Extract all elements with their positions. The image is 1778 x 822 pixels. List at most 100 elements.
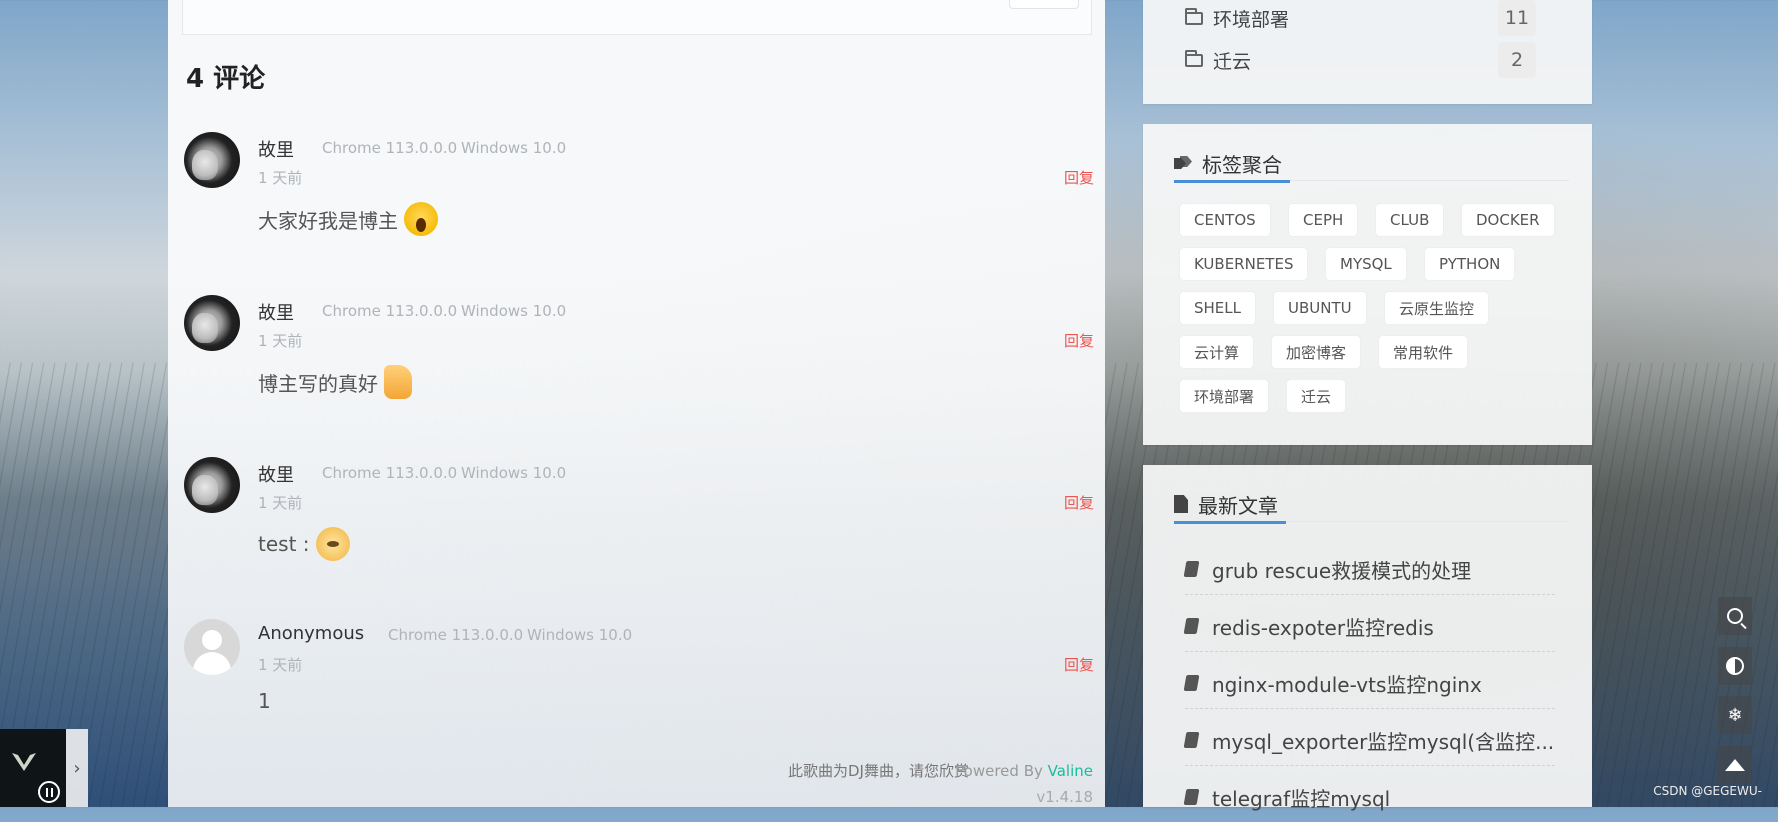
powered-by: Powered By Valine	[955, 762, 1093, 780]
reply-link[interactable]: 回复	[1064, 654, 1094, 675]
editor-submit-button[interactable]	[1009, 0, 1079, 9]
comment-os: Windows 10.0	[461, 139, 567, 157]
comments-count-heading: 4 评论	[186, 64, 266, 94]
comment-content: 博主写的真好	[258, 365, 412, 399]
tag-item[interactable]: KUBERNETES	[1180, 248, 1308, 280]
comment-time: 1 天前	[258, 494, 303, 512]
music-player: ›	[0, 729, 88, 807]
recent-post-link[interactable]: redis-expoter监控redis	[1183, 601, 1555, 652]
comment-text: 大家好我是博主	[258, 208, 398, 233]
category-item[interactable]: 迁云	[1185, 42, 1251, 78]
tag-item[interactable]: 加密博客	[1272, 336, 1361, 368]
post-title: mysql_exporter监控mysql(含监控...	[1212, 729, 1555, 754]
comment-editor-bottom	[182, 0, 1092, 35]
post-title: nginx-module-vts监控nginx	[1212, 672, 1482, 697]
music-note-text: 此歌曲为DJ舞曲，请您欣赏	[788, 762, 969, 780]
search-icon	[1727, 608, 1743, 624]
folder-icon	[1185, 49, 1203, 67]
category-name: 迁云	[1213, 50, 1252, 73]
tag-item[interactable]: UBUNTU	[1274, 292, 1366, 324]
comment-os: Windows 10.0	[527, 626, 633, 644]
comment-item: 故里 Chrome 113.0.0.0 Windows 10.0 1 天前 回复…	[184, 132, 1094, 272]
search-button[interactable]	[1718, 597, 1752, 635]
avatar	[184, 132, 240, 188]
book-icon	[1183, 675, 1200, 691]
comment-browser: Chrome 113.0.0.0	[322, 139, 458, 157]
snow-toggle-button[interactable]: ❄	[1718, 696, 1752, 734]
recent-post-link[interactable]: telegraf监控mysql	[1183, 772, 1555, 822]
valine-link[interactable]: Valine	[1048, 762, 1093, 780]
tag-item[interactable]: DOCKER	[1462, 204, 1554, 236]
recent-post-link[interactable]: mysql_exporter监控mysql(含监控...	[1183, 715, 1555, 766]
pause-button[interactable]	[38, 781, 60, 803]
thumbs-up-emoji-icon	[384, 365, 412, 399]
category-name: 环境部署	[1213, 8, 1290, 31]
widget-title: 标签聚合	[1174, 146, 1569, 183]
avatar-head-shape	[202, 630, 222, 650]
comment-os: Windows 10.0	[461, 302, 567, 320]
categories-widget: 环境部署 11 迁云 2	[1143, 0, 1592, 104]
watermark: CSDN @GEGEWU-	[1653, 784, 1762, 798]
comment-browser: Chrome 113.0.0.0	[322, 302, 458, 320]
tag-item[interactable]: 云计算	[1180, 336, 1254, 368]
comment-time: 1 天前	[258, 656, 303, 674]
avatar	[184, 295, 240, 351]
category-count: 2	[1498, 42, 1536, 78]
comments-panel: 4 评论 故里 Chrome 113.0.0.0 Windows 10.0 1 …	[168, 0, 1105, 807]
album-cover	[0, 729, 66, 807]
contrast-toggle-button[interactable]	[1718, 647, 1752, 685]
post-title: grub rescue救援模式的处理	[1212, 558, 1472, 583]
avatar	[184, 457, 240, 513]
category-item[interactable]: 环境部署	[1185, 0, 1289, 36]
comment-time: 1 天前	[258, 332, 303, 350]
back-to-top-icon	[1725, 759, 1745, 771]
tag-item[interactable]: PYTHON	[1425, 248, 1515, 280]
doge-emoji-icon	[315, 527, 350, 561]
album-logo-icon	[12, 753, 36, 771]
comment-nick: 故里	[258, 140, 294, 161]
tag-item[interactable]: CENTOS	[1180, 204, 1270, 236]
tag-item[interactable]: 常用软件	[1379, 336, 1468, 368]
book-icon	[1183, 561, 1200, 577]
comment-text: 博主写的真好	[258, 371, 378, 396]
comment-item: 故里 Chrome 113.0.0.0 Windows 10.0 1 天前 回复…	[184, 295, 1094, 435]
folder-icon	[1185, 7, 1203, 25]
widget-title: 最新文章	[1174, 487, 1569, 524]
comment-text: test :	[258, 532, 310, 556]
comment-browser: Chrome 113.0.0.0	[388, 626, 524, 644]
back-to-top-button[interactable]	[1718, 746, 1752, 784]
tag-item[interactable]: SHELL	[1180, 292, 1255, 324]
tags-icon	[1174, 156, 1192, 170]
comment-content: 1	[258, 689, 271, 713]
tag-item[interactable]: CEPH	[1289, 204, 1358, 236]
comment-content: 大家好我是博主	[258, 202, 438, 236]
tag-item[interactable]: CLUB	[1376, 204, 1444, 236]
comment-content: test :	[258, 527, 350, 561]
recent-post-link[interactable]: grub rescue救援模式的处理	[1183, 544, 1555, 595]
comment-time: 1 天前	[258, 169, 303, 187]
post-title: redis-expoter监控redis	[1212, 615, 1434, 640]
file-icon	[1174, 495, 1188, 513]
recent-posts-title: 最新文章	[1198, 493, 1278, 518]
post-title: telegraf监控mysql	[1212, 786, 1391, 811]
book-icon	[1183, 618, 1200, 634]
version-label: v1.4.18	[1036, 788, 1093, 806]
book-icon	[1183, 789, 1200, 805]
powered-prefix: Powered By	[955, 762, 1048, 780]
comment-os: Windows 10.0	[461, 464, 567, 482]
tag-item[interactable]: MYSQL	[1326, 248, 1406, 280]
player-toggle[interactable]: ›	[66, 729, 88, 807]
reply-link[interactable]: 回复	[1064, 167, 1094, 188]
comment-nick: 故里	[258, 465, 294, 486]
comment-item: Anonymous Chrome 113.0.0.0 Windows 10.0 …	[184, 619, 1094, 759]
tag-item[interactable]: 迁云	[1287, 380, 1346, 412]
tag-item[interactable]: 环境部署	[1180, 380, 1269, 412]
reply-link[interactable]: 回复	[1064, 492, 1094, 513]
snowflake-icon: ❄	[1727, 704, 1743, 726]
comment-nick: Anonymous	[258, 623, 365, 644]
tag-item[interactable]: 云原生监控	[1385, 292, 1489, 324]
comment-item: 故里 Chrome 113.0.0.0 Windows 10.0 1 天前 回复…	[184, 457, 1094, 597]
tag-cloud-widget: 标签聚合 CENTOS CEPH CLUB DOCKER KUBERNETES MYSQL…	[1143, 124, 1592, 445]
recent-post-link[interactable]: nginx-module-vts监控nginx	[1183, 658, 1555, 709]
reply-link[interactable]: 回复	[1064, 330, 1094, 351]
